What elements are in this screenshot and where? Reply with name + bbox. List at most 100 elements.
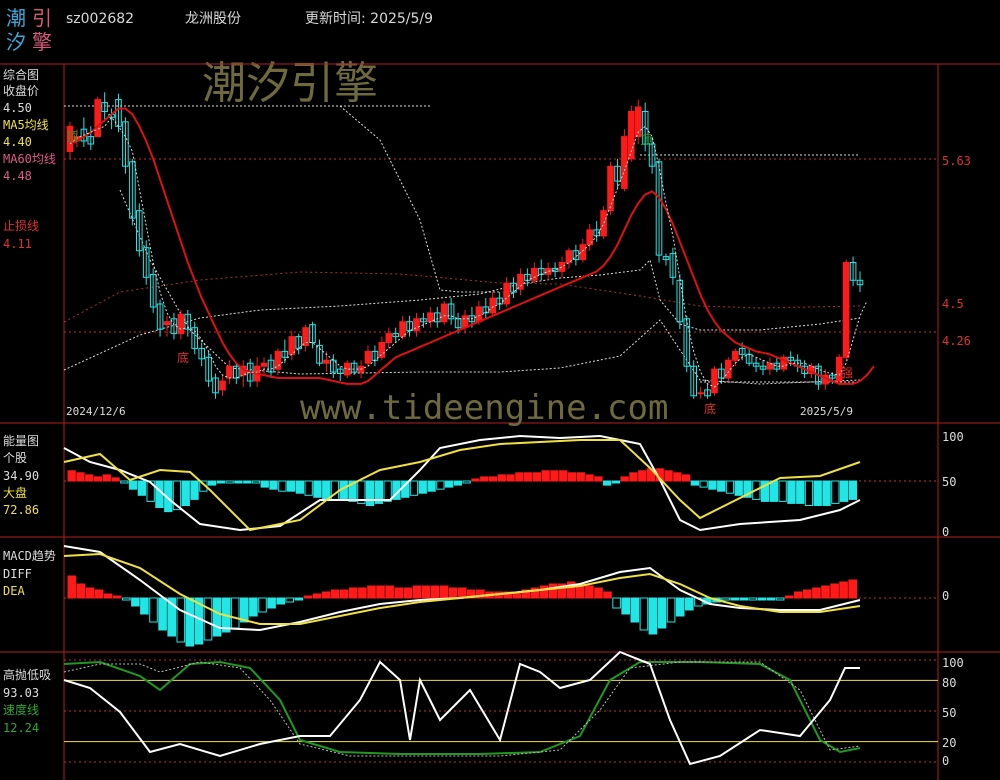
energy-bar — [497, 474, 506, 482]
candle — [177, 313, 185, 335]
candle — [621, 136, 628, 189]
energy-bar — [541, 470, 550, 482]
macd-bar — [421, 585, 431, 599]
macd-bar — [276, 597, 285, 605]
macd-bar — [67, 575, 77, 599]
energy-bar — [181, 480, 190, 506]
macd-bar — [230, 597, 240, 629]
energy-bar — [804, 480, 814, 506]
macd-bar — [122, 597, 131, 601]
energy-bar — [488, 476, 498, 482]
energy-bar — [427, 480, 436, 492]
energy-bar — [295, 480, 305, 494]
stop-value: 4.11 — [3, 237, 32, 251]
energy-bar — [550, 470, 559, 482]
candle — [517, 273, 524, 290]
macd-bar — [603, 591, 612, 599]
macd-bar — [321, 591, 331, 599]
energy-bar — [681, 474, 691, 482]
energy-bar — [251, 480, 261, 484]
price-label-1: 5.63 — [942, 154, 971, 168]
energy-bar — [673, 472, 682, 482]
price-label-3: 4.26 — [942, 334, 971, 348]
band-dotted-upper — [339, 105, 500, 293]
energy-bar — [822, 480, 831, 506]
energy-axis-50: 50 — [942, 475, 957, 489]
candle — [364, 350, 372, 364]
energy-bar — [409, 480, 419, 496]
energy-bar — [436, 480, 445, 490]
energy-bar — [611, 480, 621, 484]
candle — [219, 380, 226, 391]
macd-bar — [267, 597, 276, 609]
macd-bar — [648, 597, 658, 635]
close-label: 收盘价 — [3, 84, 40, 98]
energy-bar — [322, 480, 331, 500]
kdj-axis-100: 100 — [942, 656, 964, 670]
macd-bar — [585, 585, 594, 599]
energy-bar — [313, 480, 322, 498]
candle — [600, 210, 607, 237]
kdj-speed-line — [63, 660, 861, 755]
energy-bar — [567, 472, 577, 482]
candle — [489, 297, 496, 314]
close-value: 4.50 — [3, 101, 32, 115]
energy-bar — [76, 472, 85, 482]
energy-bar — [471, 478, 480, 482]
energy-bar — [734, 480, 743, 496]
energy-bar — [418, 480, 427, 494]
macd-bar — [748, 597, 758, 601]
macd-bar — [376, 585, 385, 599]
energy-bar — [67, 470, 76, 482]
macd-bar — [349, 587, 358, 599]
energy-bar — [523, 472, 533, 482]
energy-bar — [717, 480, 726, 492]
energy-bar — [699, 480, 708, 488]
macd-bar — [112, 595, 122, 599]
macd-bar — [294, 597, 304, 601]
candle — [226, 365, 233, 379]
candle — [378, 342, 386, 358]
energy-bar — [620, 476, 629, 482]
energy-bar — [102, 474, 111, 482]
energy-bar — [444, 480, 454, 488]
energy-bar — [515, 472, 524, 482]
candle — [697, 392, 704, 395]
macd-axis-0: 0 — [942, 589, 950, 603]
macd-bar — [657, 597, 667, 629]
energy-bar — [85, 474, 94, 482]
candle — [732, 350, 739, 361]
macd-bar — [630, 597, 640, 623]
macd-bar — [131, 597, 140, 607]
energy-bar — [304, 480, 313, 496]
energy-bar — [207, 480, 217, 486]
macd-bar — [612, 597, 621, 609]
candle — [531, 267, 538, 281]
energy-bar — [839, 480, 849, 502]
candle — [475, 306, 483, 323]
ma60-value: 4.48 — [3, 169, 32, 183]
mark-bottom-1: 底 — [177, 351, 190, 365]
macd-bar — [775, 597, 785, 601]
energy-bar — [93, 476, 103, 482]
macd-bar — [594, 587, 603, 599]
macd-bar — [149, 597, 158, 623]
energy-bar — [725, 480, 735, 494]
chart-window: 潮 引 汐 擎 sz002682 龙洲股份 更新时间: 2025/5/9 潮汐引… — [0, 0, 1000, 780]
energy-bar — [120, 480, 129, 484]
watermark-url: www.tideengine.com — [300, 388, 669, 428]
macd-bar — [639, 597, 649, 631]
energy-bar — [787, 480, 796, 504]
energy-bar — [708, 480, 717, 490]
candle — [503, 282, 510, 305]
energy-bar — [638, 470, 647, 482]
energy-stock-value: 34.90 — [3, 469, 40, 483]
kdj-axis-80: 80 — [942, 676, 957, 690]
energy-bar — [480, 476, 489, 482]
energy-bar — [269, 480, 278, 490]
energy-bar — [778, 480, 787, 502]
candle — [323, 359, 330, 364]
energy-bar — [462, 480, 471, 484]
ma60-line — [69, 107, 875, 385]
energy-bar — [234, 480, 243, 484]
